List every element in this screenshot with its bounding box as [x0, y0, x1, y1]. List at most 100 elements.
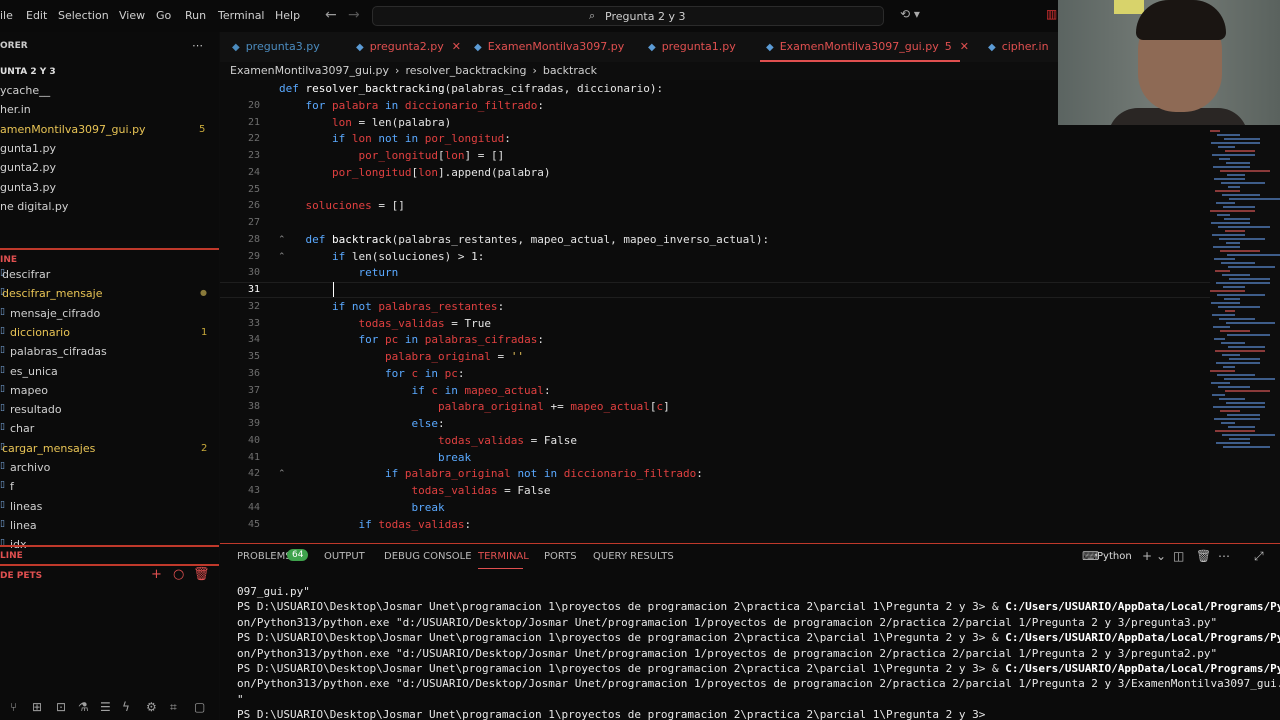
outline-item[interactable]: resultado	[10, 403, 62, 416]
panel-tab-1[interactable]: OUTPUT	[324, 551, 365, 562]
split-terminal-icon[interactable]: ◫	[1173, 549, 1184, 563]
branch-icon[interactable]: ⑂	[10, 700, 17, 714]
circle-icon[interactable]: ○	[173, 567, 184, 582]
minimap-line	[1227, 174, 1245, 176]
command-center-search[interactable]: ⌕ Pregunta 2 y 3	[372, 6, 884, 26]
settings-icon[interactable]: ⚙	[146, 700, 157, 714]
minimap-line	[1212, 154, 1255, 156]
split-icon[interactable]: ⊞	[32, 700, 42, 714]
file-item[interactable]: ne digital.py	[0, 200, 68, 213]
menu-run[interactable]: Run	[185, 9, 206, 22]
outline-item[interactable]: descifrar	[2, 268, 50, 281]
trash-icon[interactable]: 🗑	[1196, 549, 1211, 563]
more-actions-icon[interactable]: ⋯	[192, 39, 203, 52]
tab-0[interactable]: ◆ pregunta3.py	[232, 32, 320, 62]
panel-tab-3[interactable]: TERMINAL	[478, 551, 529, 562]
menu-go[interactable]: Go	[156, 9, 171, 22]
menu-file[interactable]: ile	[0, 9, 13, 22]
code-token: len(soluciones) > 1:	[351, 249, 485, 263]
outline-item[interactable]: es_unica	[10, 365, 58, 378]
arrow-right-icon[interactable]: →	[348, 7, 360, 23]
shell-name[interactable]: Python	[1097, 551, 1132, 562]
tab-1[interactable]: ◆ pregunta2.py ✕	[356, 32, 461, 62]
folder-title[interactable]: UNTA 2 Y 3	[0, 67, 56, 77]
outline-item[interactable]: lineas	[10, 500, 42, 513]
chevron-down-icon[interactable]: ⌄	[1156, 549, 1166, 563]
tab-3[interactable]: ◆ pregunta1.py	[648, 32, 736, 62]
close-icon[interactable]: ✕	[452, 40, 461, 53]
panel-tab-5[interactable]: QUERY RESULTS	[593, 551, 674, 562]
maximize-icon[interactable]: ⤢	[1254, 549, 1264, 564]
code-token: = len(palabra)	[351, 115, 452, 129]
code-token: por_longitud	[331, 165, 412, 179]
code-token: palabra_original	[404, 467, 518, 481]
file-item[interactable]: gunta3.py	[0, 181, 56, 194]
problem-count: 5	[199, 123, 206, 135]
minimap[interactable]	[1210, 130, 1280, 450]
code-token: not in	[517, 467, 564, 481]
remote-icon[interactable]: ⌗	[170, 700, 177, 715]
file-item[interactable]: gunta2.py	[0, 161, 56, 174]
outline-item[interactable]: char	[10, 422, 34, 435]
outline-item[interactable]: mapeo	[10, 384, 48, 397]
outline-item[interactable]: f	[10, 480, 14, 493]
menu-help[interactable]: Help	[275, 9, 300, 22]
panel-tab-4[interactable]: PORTS	[544, 551, 577, 562]
outline-item[interactable]: diccionario	[10, 326, 70, 339]
outline-item[interactable]: cargar_mensajes	[2, 442, 95, 455]
file-item[interactable]: her.in	[0, 103, 31, 116]
arrow-left-icon[interactable]: ←	[325, 7, 337, 23]
flask-icon[interactable]: ⚗	[78, 700, 89, 714]
fold-chevron-icon[interactable]: ⌃	[278, 469, 286, 479]
fold-chevron-icon[interactable]: ⌃	[278, 252, 286, 262]
copilot-icon[interactable]: ⟲ ▾	[900, 7, 920, 21]
breadcrumb-item[interactable]: backtrack	[543, 64, 597, 77]
panel-tab-0[interactable]: PROBLEMS	[237, 551, 292, 562]
add-terminal-icon[interactable]: +	[1142, 549, 1152, 563]
breadcrumb-item[interactable]: ExamenMontilva3097_gui.py	[230, 64, 389, 77]
pets-title[interactable]: DE PETS	[0, 571, 42, 581]
outline-item[interactable]: descifrar_mensaje	[2, 287, 103, 300]
fold-chevron-icon[interactable]: ⌃	[278, 235, 286, 245]
tab-4[interactable]: ◆ ExamenMontilva3097_gui.py 5 ✕	[760, 32, 969, 62]
plus-icon[interactable]: +	[151, 567, 162, 582]
breadcrumb-separator: ›	[395, 64, 400, 77]
tab-5[interactable]: ◆ cipher.in	[988, 32, 1049, 62]
file-item[interactable]: amenMontilva3097_gui.py	[0, 123, 146, 136]
outline-item[interactable]: mensaje_cifrado	[10, 307, 100, 320]
outline-item[interactable]: archivo	[10, 461, 50, 474]
menu-terminal[interactable]: Terminal	[218, 9, 265, 22]
outline-title[interactable]: INE	[0, 255, 17, 265]
timeline-title[interactable]: LINE	[0, 551, 23, 561]
terminal-path: C:/Users/USUARIO/AppData/Local/Programs/…	[1005, 662, 1280, 675]
outline-item[interactable]: palabras_cifradas	[10, 345, 107, 358]
code-editor[interactable]: def resolver_backtracking(palabras_cifra…	[220, 80, 1210, 540]
database-icon[interactable]: ☰	[100, 700, 111, 714]
close-icon[interactable]: ✕	[960, 40, 969, 53]
account-icon[interactable]: ▢	[194, 700, 205, 714]
file-item[interactable]: gunta1.py	[0, 142, 56, 155]
minimap-line	[1222, 274, 1250, 276]
lightning-icon[interactable]: ϟ	[122, 700, 130, 714]
code-token: :	[464, 517, 472, 531]
code-line: todas_validas = True	[279, 316, 490, 330]
more-icon[interactable]: ⋯	[1218, 549, 1230, 563]
menu-view[interactable]: View	[119, 9, 145, 22]
code-token: pc	[444, 366, 458, 380]
extensions-icon[interactable]: ⊡	[56, 700, 66, 714]
layout-icon[interactable]: ▥	[1046, 7, 1057, 21]
minimap-line	[1218, 226, 1270, 228]
menu-edit[interactable]: Edit	[26, 9, 47, 22]
tab-2[interactable]: ◆ ExamenMontilva3097.py	[474, 32, 624, 62]
breadcrumb-item[interactable]: resolver_backtracking	[405, 64, 526, 77]
outline-item[interactable]: linea	[10, 519, 37, 532]
file-item[interactable]: ycache__	[0, 84, 50, 97]
terminal-icon[interactable]: ⌨	[1082, 549, 1099, 563]
code-token: in	[384, 98, 405, 112]
trash-icon[interactable]: 🗑	[193, 567, 210, 582]
code-token: todas_validas	[358, 316, 445, 330]
menu-selection[interactable]: Selection	[58, 9, 109, 22]
panel-tab-2[interactable]: DEBUG CONSOLE	[384, 551, 472, 562]
